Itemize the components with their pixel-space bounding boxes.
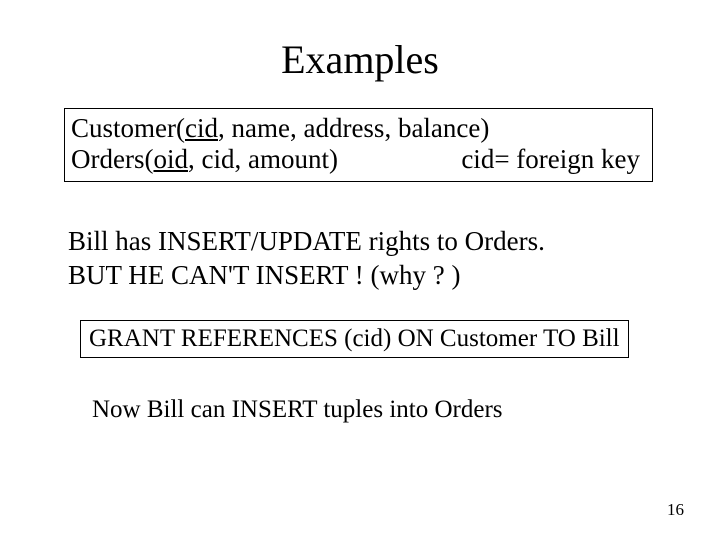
schema-text: Orders(oid, cid, amount)	[71, 144, 338, 175]
primary-key: cid	[185, 113, 218, 143]
text-fragment: Orders(	[71, 144, 153, 174]
text-fragment: , cid, amount)	[188, 144, 338, 174]
text-line: BUT HE CAN'T INSERT ! (why ? )	[68, 259, 545, 293]
grant-statement: GRANT REFERENCES (cid) ON Customer TO Bi…	[89, 325, 620, 352]
page-number: 16	[667, 500, 684, 520]
schema-text: Customer(cid, name, address, balance)	[71, 113, 489, 144]
grant-statement-box: GRANT REFERENCES (cid) ON Customer TO Bi…	[80, 320, 629, 358]
conclusion-text: Now Bill can INSERT tuples into Orders	[92, 396, 503, 424]
schema-line-orders: Orders(oid, cid, amount) cid= foreign ke…	[71, 144, 646, 175]
foreign-key-note: cid= foreign key	[461, 144, 646, 175]
schema-line-customer: Customer(cid, name, address, balance)	[71, 113, 646, 144]
text-fragment: , name, address, balance)	[218, 113, 489, 143]
explanation-paragraph: Bill has INSERT/UPDATE rights to Orders.…	[68, 225, 545, 293]
slide-title: Examples	[0, 36, 720, 83]
slide: Examples Customer(cid, name, address, ba…	[0, 0, 720, 540]
primary-key: oid	[153, 144, 188, 174]
schema-box: Customer(cid, name, address, balance) Or…	[64, 108, 653, 182]
text-fragment: Customer(	[71, 113, 185, 143]
text-line: Bill has INSERT/UPDATE rights to Orders.	[68, 225, 545, 259]
